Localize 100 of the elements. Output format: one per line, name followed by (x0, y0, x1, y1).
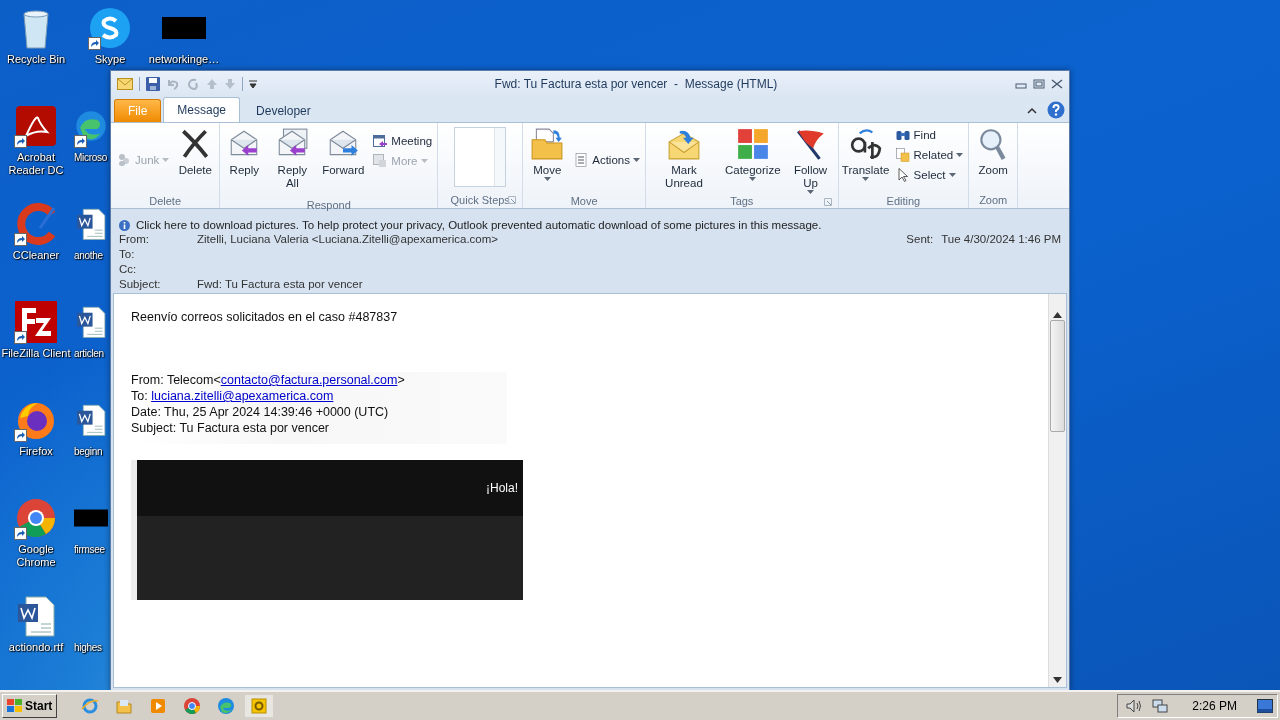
ribbon-button[interactable]: Categorize (720, 127, 785, 181)
taskbar-button[interactable] (245, 695, 274, 717)
start-button[interactable]: Start (2, 694, 58, 718)
up-arrow-icon[interactable] (1053, 312, 1062, 318)
ribbon-button[interactable]: Find (894, 127, 964, 143)
group-label: Tags (730, 195, 754, 207)
scrollbar-thumb[interactable] (1050, 320, 1065, 432)
ribbon-button[interactable]: Translate (840, 127, 891, 181)
filezilla-icon (14, 300, 58, 344)
desktop-icon[interactable] (14, 104, 58, 148)
chrome-icon[interactable] (183, 697, 202, 715)
internet-explorer-icon[interactable] (81, 697, 100, 715)
desktop-icon-label[interactable]: Google Chrome (0, 543, 73, 569)
desktop-icon-label[interactable]: CCleaner (12, 249, 60, 262)
pdf-document-icon (14, 104, 58, 148)
desktop-icon-label[interactable]: firmsee (74, 543, 105, 556)
network-icon[interactable] (1152, 699, 1169, 713)
email-link[interactable]: luciana.zitelli@apexamerica.com (151, 389, 334, 403)
desktop-icon-label[interactable]: FileZilla Client (1, 347, 71, 360)
group-label: Delete (149, 194, 182, 207)
desktop-icon-label[interactable]: Skype (94, 53, 126, 66)
header-value: Fwd: Tu Factura esta por vencer (197, 278, 364, 290)
skype-icon (88, 6, 132, 50)
group-label: Move (570, 194, 598, 207)
header-label: Sent: (906, 233, 935, 245)
ribbon-button[interactable]: Reply All (267, 127, 318, 190)
collapse-ribbon-icon[interactable] (1027, 107, 1037, 115)
caret-icon (948, 173, 956, 177)
customize-menu-icon[interactable] (249, 80, 257, 88)
forwarded-header-line: Date: Thu, 25 Apr 2024 14:39:46 +0000 (UTC) (131, 404, 390, 420)
translate-icon (848, 127, 883, 161)
help-icon[interactable] (1047, 101, 1065, 119)
outlook-icon[interactable] (250, 697, 269, 715)
redacted-icon (162, 17, 206, 39)
chrome-icon (14, 496, 58, 540)
caret-icon (632, 158, 640, 162)
caret-icon (749, 177, 757, 181)
desktop-icon-label[interactable]: networkinge… (148, 53, 220, 66)
ribbon-button[interactable]: Mark Unread (647, 127, 720, 190)
desktop-icon-label[interactable]: highes (74, 641, 102, 654)
vertical-scrollbar[interactable] (1048, 294, 1066, 687)
desktop-icon[interactable] (14, 300, 58, 344)
documents-icon (894, 147, 911, 163)
caret-icon (420, 159, 428, 163)
show-desktop-icon[interactable] (1257, 699, 1273, 713)
color-squares-icon (735, 127, 770, 161)
desktop-icon[interactable] (88, 6, 132, 50)
caret-icon (956, 153, 964, 157)
media-player-icon[interactable] (149, 697, 168, 715)
group-label: Respond (306, 199, 351, 211)
header-label: Subject: (119, 278, 162, 290)
ribbon-button[interactable]: Meeting (372, 133, 433, 149)
desktop-icon-label[interactable]: articlen (74, 347, 104, 360)
desktop-icon-label[interactable]: anothe (74, 249, 103, 262)
people-icon (116, 152, 132, 168)
window-title: Fwd: Tu Factura esta por vencer - Message (HTML) (493, 77, 779, 91)
dialog-launcher-icon[interactable] (823, 198, 832, 206)
maximize-icon[interactable] (1033, 79, 1045, 89)
save-icon[interactable] (146, 77, 160, 91)
desktop-icon-label[interactable]: Acrobat Reader DC (0, 151, 73, 177)
desktop-icon[interactable] (14, 496, 58, 540)
caret-icon (162, 158, 170, 162)
desktop-icon-label[interactable]: Recycle Bin (6, 53, 66, 66)
clock[interactable]: 2:26 PM (1192, 699, 1237, 713)
ribbon-button[interactable]: Select (894, 167, 964, 183)
ribbon-button[interactable]: Move (525, 127, 570, 181)
envelope-icon[interactable] (117, 78, 133, 90)
header-value: Zitelli, Luciana Valeria <Luciana.Zitelli@apexamerica.com> (197, 233, 500, 245)
desktop-icon-label[interactable]: actiondo.rtf (8, 641, 64, 654)
edge-icon[interactable] (217, 697, 236, 715)
ribbon-tab[interactable]: Message (163, 97, 241, 122)
folder-icon (530, 127, 565, 161)
info-icon (119, 219, 130, 231)
header-label: To: (119, 248, 136, 260)
close-icon[interactable] (1051, 79, 1063, 89)
desktop-icon-label[interactable]: beginn (74, 445, 103, 458)
ribbon-button[interactable]: Zoom (971, 127, 1016, 177)
document-icon (573, 152, 590, 168)
speaker-icon[interactable] (1126, 699, 1143, 713)
desktop-icon[interactable] (14, 202, 58, 246)
dialog-launcher-icon[interactable] (508, 196, 517, 204)
download-pictures-notice[interactable]: Click here to download pictures. To help protect your privacy, Outlook prevented automatic download of some pictures in this message. (136, 219, 822, 231)
caret-icon (862, 177, 870, 181)
group-label: Editing (886, 194, 921, 207)
caret-icon (543, 177, 551, 181)
ribbon-button[interactable]: Actions (573, 152, 640, 168)
ribbon-button[interactable]: Related (894, 147, 964, 163)
group-label: Zoom (979, 194, 1008, 206)
ribbon-button[interactable]: Follow Up (785, 127, 836, 194)
forwarded-header-line: To: luciana.zitelli@apexamerica.com (131, 388, 335, 404)
desktop-icon-label[interactable]: Microso (74, 151, 107, 164)
group-label: Quick Steps (450, 194, 510, 206)
email-link[interactable]: contacto@factura.personal.com (220, 373, 398, 387)
ribbon-button[interactable]: Delete (173, 127, 218, 177)
ribbon-button[interactable]: Forward (318, 127, 369, 177)
caret-icon (807, 190, 815, 194)
ribbon-button[interactable]: Reply (222, 127, 267, 177)
down-arrow-icon[interactable] (1053, 677, 1062, 683)
ribbon-tab[interactable]: Developer (242, 99, 325, 122)
desktop-icon-label[interactable]: Firefox (19, 445, 53, 458)
